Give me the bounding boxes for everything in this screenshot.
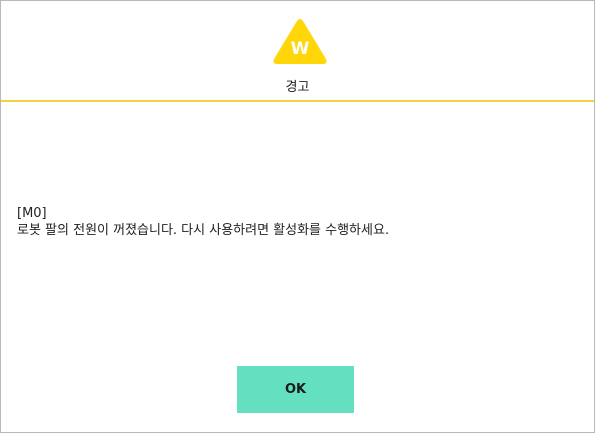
message-code: [M0] xyxy=(17,206,47,221)
warning-dialog: W 경고 [M0] 로봇 팔의 전원이 꺼졌습니다. 다시 사용하려면 활성화를… xyxy=(0,0,595,433)
warning-icon-letter: W xyxy=(291,39,310,59)
dialog-header: W 경고 xyxy=(1,1,594,102)
dialog-title: 경고 xyxy=(285,80,310,95)
dialog-message: [M0] 로봇 팔의 전원이 꺼졌습니다. 다시 사용하려면 활성화를 수행하세… xyxy=(17,205,577,239)
message-text: 로봇 팔의 전원이 꺼졌습니다. 다시 사용하려면 활성화를 수행하세요. xyxy=(17,223,390,238)
warning-triangle-icon: W xyxy=(271,17,329,67)
ok-button[interactable]: OK xyxy=(237,366,354,413)
